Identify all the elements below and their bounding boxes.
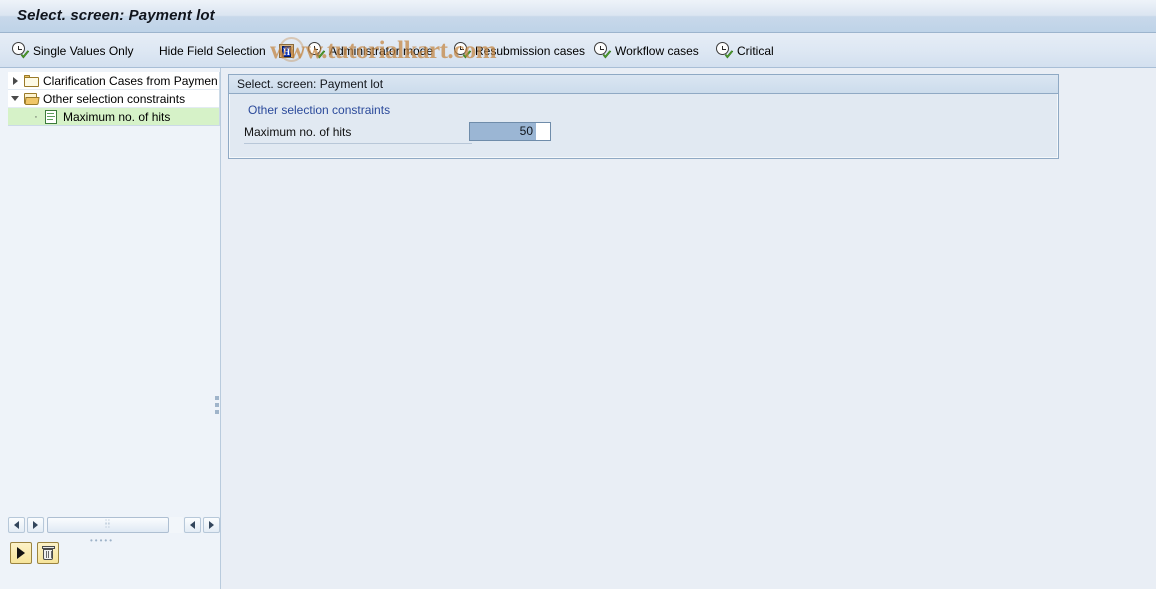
execute-button[interactable] bbox=[10, 542, 32, 564]
green-check-icon bbox=[724, 50, 734, 59]
toolbar-button-workflow-cases[interactable]: Workflow cases bbox=[592, 33, 701, 68]
selection-tree-panel: Clarification Cases from Paymen Other se… bbox=[0, 68, 221, 589]
application-toolbar: Single Values Only Hide Field Selection … bbox=[0, 33, 1156, 68]
trash-icon bbox=[41, 546, 55, 560]
green-check-icon bbox=[20, 50, 30, 59]
selection-panel-body: Other selection constraints Maximum no. … bbox=[229, 94, 1058, 158]
main-content-area: Select. screen: Payment lot Other select… bbox=[221, 68, 1156, 589]
scroll-right-button[interactable] bbox=[203, 517, 220, 533]
blue-info-icon: H bbox=[279, 43, 294, 58]
tree-horizontal-scrollbar[interactable]: ∷ ∷ bbox=[8, 515, 220, 535]
toolbar-button-resubmission-cases[interactable]: Resubmission cases bbox=[452, 33, 587, 68]
toolbar-label: Resubmission cases bbox=[475, 43, 586, 58]
scroll-right-page-button[interactable] bbox=[184, 517, 201, 533]
selection-tree[interactable]: Clarification Cases from Paymen Other se… bbox=[8, 72, 220, 126]
chevron-right-icon[interactable] bbox=[8, 72, 22, 90]
scrollbar-grip-icon: ∷ ∷ bbox=[105, 519, 111, 530]
tree-item-clarification-cases[interactable]: Clarification Cases from Paymen bbox=[8, 72, 219, 90]
page-title: Select. screen: Payment lot bbox=[17, 7, 215, 24]
toolbar-button-hide-field-selection[interactable]: Hide Field Selection bbox=[157, 33, 268, 68]
toolbar-label: Workflow cases bbox=[615, 43, 699, 58]
tree-item-label: Maximum no. of hits bbox=[63, 109, 171, 124]
maximum-hits-input[interactable]: 50 bbox=[469, 122, 551, 141]
clock-check-icon bbox=[716, 42, 734, 59]
toolbar-button-administrator-mode[interactable]: H Administrator mode bbox=[277, 33, 435, 68]
tree-item-label: Clarification Cases from Paymen bbox=[43, 73, 218, 88]
clock-check-icon bbox=[454, 42, 472, 59]
play-icon bbox=[17, 547, 25, 559]
clock-check-icon bbox=[594, 42, 612, 59]
scroll-left-page-button[interactable] bbox=[27, 517, 44, 533]
toolbar-button-critical[interactable]: Critical bbox=[714, 33, 776, 68]
tree-action-buttons bbox=[10, 542, 59, 564]
folder-closed-icon bbox=[22, 74, 40, 87]
toolbar-button-single-values-only[interactable]: Single Values Only bbox=[10, 33, 136, 68]
folder-open-icon bbox=[22, 93, 40, 105]
bullet-icon: · bbox=[34, 110, 38, 123]
tree-item-other-selection-constraints[interactable]: Other selection constraints bbox=[8, 90, 219, 108]
green-check-icon bbox=[462, 50, 472, 59]
field-underline bbox=[244, 143, 472, 144]
selection-panel-header: Select. screen: Payment lot bbox=[229, 75, 1058, 94]
tree-item-label: Other selection constraints bbox=[43, 91, 186, 106]
toolbar-label: Single Values Only bbox=[33, 43, 134, 58]
toolbar-label: Administrator mode bbox=[329, 43, 434, 58]
sap-gui-window: Select. screen: Payment lot Single Value… bbox=[0, 0, 1156, 589]
scroll-left-button[interactable] bbox=[8, 517, 25, 533]
green-check-icon bbox=[602, 50, 612, 59]
group-label-other-selection-constraints: Other selection constraints bbox=[248, 103, 391, 117]
chevron-down-icon[interactable] bbox=[8, 90, 22, 108]
toolbar-label: Critical bbox=[737, 43, 774, 58]
selection-panel-title: Select. screen: Payment lot bbox=[237, 77, 384, 91]
green-check-icon bbox=[316, 50, 326, 59]
clock-check-icon bbox=[12, 42, 30, 59]
delete-button[interactable] bbox=[37, 542, 59, 564]
panel-resize-grip-icon[interactable]: ••••• bbox=[90, 536, 114, 545]
maximum-hits-value: 50 bbox=[519, 124, 533, 138]
tree-item-maximum-no-of-hits[interactable]: · Maximum no. of hits bbox=[8, 108, 219, 126]
clock-check-icon bbox=[308, 42, 326, 59]
vertical-splitter-handle[interactable] bbox=[215, 396, 220, 418]
selection-screen-panel: Select. screen: Payment lot Other select… bbox=[228, 74, 1059, 159]
window-titlebar: Select. screen: Payment lot bbox=[0, 0, 1156, 33]
field-label-maximum-no-of-hits: Maximum no. of hits bbox=[244, 125, 352, 139]
toolbar-label: Hide Field Selection bbox=[159, 43, 266, 58]
scrollbar-thumb[interactable]: ∷ ∷ bbox=[47, 517, 169, 533]
scrollbar-track[interactable]: ∷ ∷ bbox=[45, 517, 183, 533]
document-icon bbox=[42, 109, 60, 124]
